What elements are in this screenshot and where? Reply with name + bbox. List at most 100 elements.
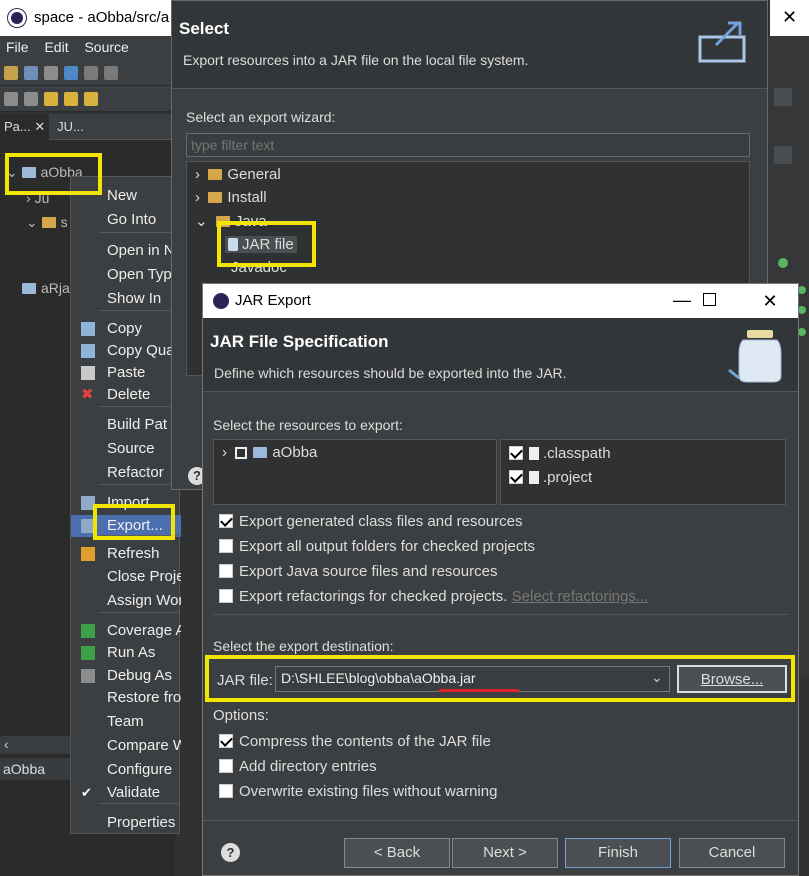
refresh-icon: [81, 547, 95, 561]
chevron-down-icon[interactable]: ⌄: [651, 669, 663, 686]
context-item-open-in-n[interactable]: Open in N: [71, 240, 181, 262]
new-icon[interactable]: [4, 66, 18, 80]
context-item-run-as[interactable]: Run As: [71, 642, 181, 664]
tree-item-arja[interactable]: aRja: [22, 280, 70, 296]
option-checkbox[interactable]: [219, 589, 233, 603]
context-item-configure[interactable]: Configure: [71, 759, 181, 781]
menu-source[interactable]: Source: [78, 36, 134, 55]
context-item-import[interactable]: Import...: [71, 492, 181, 514]
option-export-refactorings[interactable]: Export refactorings for checked projects…: [219, 588, 648, 605]
browse-button[interactable]: Browse...: [677, 665, 787, 693]
context-item-open-typ[interactable]: Open Typ: [71, 264, 181, 286]
context-item-source[interactable]: Source: [71, 438, 181, 460]
context-item-paste[interactable]: Paste: [71, 362, 181, 384]
option-export-class-files[interactable]: Export generated class files and resourc…: [219, 513, 522, 530]
context-item-show-in[interactable]: Show In: [71, 288, 181, 310]
jar-file-value[interactable]: D:\SHLEE\blog\obba\aObba.jar: [281, 670, 476, 686]
status-dot-icon: [798, 306, 806, 314]
menu-edit[interactable]: Edit: [38, 36, 74, 55]
option-export-source-files[interactable]: Export Java source files and resources: [219, 563, 497, 580]
toolbar-row-2: [0, 86, 175, 112]
context-item-refresh[interactable]: Refresh: [71, 543, 181, 565]
forward-icon[interactable]: [64, 92, 78, 106]
context-item-label: Build Pat: [107, 416, 168, 433]
option-checkbox[interactable]: [219, 514, 233, 528]
debug-tool-icon[interactable]: [4, 92, 18, 106]
context-item-debug-as[interactable]: Debug As: [71, 665, 181, 687]
close-icon[interactable]: ✕: [770, 0, 809, 36]
print-icon[interactable]: [44, 66, 58, 80]
menu-file[interactable]: File: [0, 36, 35, 55]
tree-item-jar-file[interactable]: JAR file: [225, 236, 297, 253]
copy-qualified-icon: [81, 344, 95, 358]
tree-item-javadoc[interactable]: Javadoc: [231, 259, 287, 276]
context-menu: New Go Into Open in N Open Typ Show In Copy Co…: [70, 176, 181, 834]
select-refactorings-link[interactable]: Select refactorings...: [512, 588, 649, 605]
context-item-close-project[interactable]: Close Project: [71, 566, 181, 588]
file-checkbox[interactable]: [509, 446, 523, 460]
context-item-validate[interactable]: ✔ Validate: [71, 782, 181, 804]
tab-junit[interactable]: JU...: [53, 114, 88, 140]
context-item-refactor[interactable]: Refactor: [71, 462, 181, 484]
scroll-left-icon[interactable]: ‹: [0, 736, 9, 752]
option-export-output-folders[interactable]: Export all output folders for checked pr…: [219, 538, 535, 555]
resource-checkbox[interactable]: [235, 447, 248, 459]
resource-project-row[interactable]: › aObba: [222, 444, 317, 461]
context-item-build-pat[interactable]: Build Pat: [71, 414, 181, 436]
file-row-classpath[interactable]: .classpath: [509, 445, 611, 462]
context-item-delete[interactable]: ✖ Delete: [71, 384, 181, 406]
tree-item-junit[interactable]: › Ju: [26, 190, 49, 206]
save-icon[interactable]: [24, 66, 38, 80]
option-overwrite[interactable]: Overwrite existing files without warning: [219, 783, 497, 800]
file-row-project[interactable]: .project: [509, 469, 592, 486]
option-checkbox[interactable]: [219, 734, 233, 748]
context-item-export[interactable]: Export...: [71, 515, 181, 537]
select-dialog-title: Select: [179, 19, 230, 38]
context-item-coverage-as[interactable]: Coverage As: [71, 620, 181, 642]
context-item-label: Refactor: [107, 464, 164, 481]
context-item-copy-qua[interactable]: Copy Qua: [71, 340, 181, 362]
skip-icon[interactable]: [84, 66, 98, 80]
option-checkbox[interactable]: [219, 784, 233, 798]
tree-item-general[interactable]: › General: [195, 166, 281, 183]
view-icon[interactable]: [774, 88, 792, 106]
option-label: Overwrite existing files without warning: [239, 783, 498, 800]
context-item-go-into[interactable]: Go Into: [71, 209, 181, 231]
tree-item-src[interactable]: ⌄ s: [26, 214, 68, 231]
context-item-team[interactable]: Team: [71, 711, 181, 733]
context-item-label: Properties: [107, 814, 176, 831]
file-checkbox[interactable]: [509, 470, 523, 484]
minimize-button[interactable]: —: [659, 284, 705, 318]
open-type-icon[interactable]: [24, 92, 38, 106]
next-button[interactable]: Next >: [452, 838, 558, 868]
context-item-compare-with[interactable]: Compare With: [71, 735, 181, 757]
context-item-label: Debug As: [107, 667, 173, 684]
terminal-icon[interactable]: [64, 66, 78, 80]
maximize-button[interactable]: [703, 293, 716, 306]
filter-input[interactable]: [186, 133, 750, 157]
option-checkbox[interactable]: [219, 564, 233, 578]
tool-icon[interactable]: [104, 66, 118, 80]
context-item-properties[interactable]: Properties: [71, 812, 181, 834]
back-icon[interactable]: [44, 92, 58, 106]
option-compress[interactable]: Compress the contents of the JAR file: [219, 733, 491, 750]
context-item-new[interactable]: New: [71, 185, 181, 207]
cancel-button[interactable]: Cancel: [679, 838, 785, 868]
context-item-assign-workin[interactable]: Assign Workin: [71, 590, 181, 612]
finish-button[interactable]: Finish: [565, 838, 671, 868]
close-button[interactable]: ✕: [747, 284, 793, 318]
prev-icon[interactable]: [84, 92, 98, 106]
eclipse-title: space - aObba/src/a: [34, 9, 170, 26]
help-icon[interactable]: ?: [221, 843, 240, 862]
option-checkbox[interactable]: [219, 539, 233, 553]
view-icon[interactable]: [774, 146, 792, 164]
context-item-restore-from[interactable]: Restore from: [71, 687, 181, 709]
status-dot-icon: [798, 286, 806, 294]
context-item-copy[interactable]: Copy: [71, 318, 181, 340]
option-checkbox[interactable]: [219, 759, 233, 773]
back-button[interactable]: < Back: [344, 838, 450, 868]
tab-package-explorer[interactable]: Pa... ✕: [0, 114, 50, 140]
tree-item-install[interactable]: › Install: [195, 189, 267, 206]
tree-item-java[interactable]: ⌄ Java: [195, 212, 267, 230]
option-directory-entries[interactable]: Add directory entries: [219, 758, 377, 775]
